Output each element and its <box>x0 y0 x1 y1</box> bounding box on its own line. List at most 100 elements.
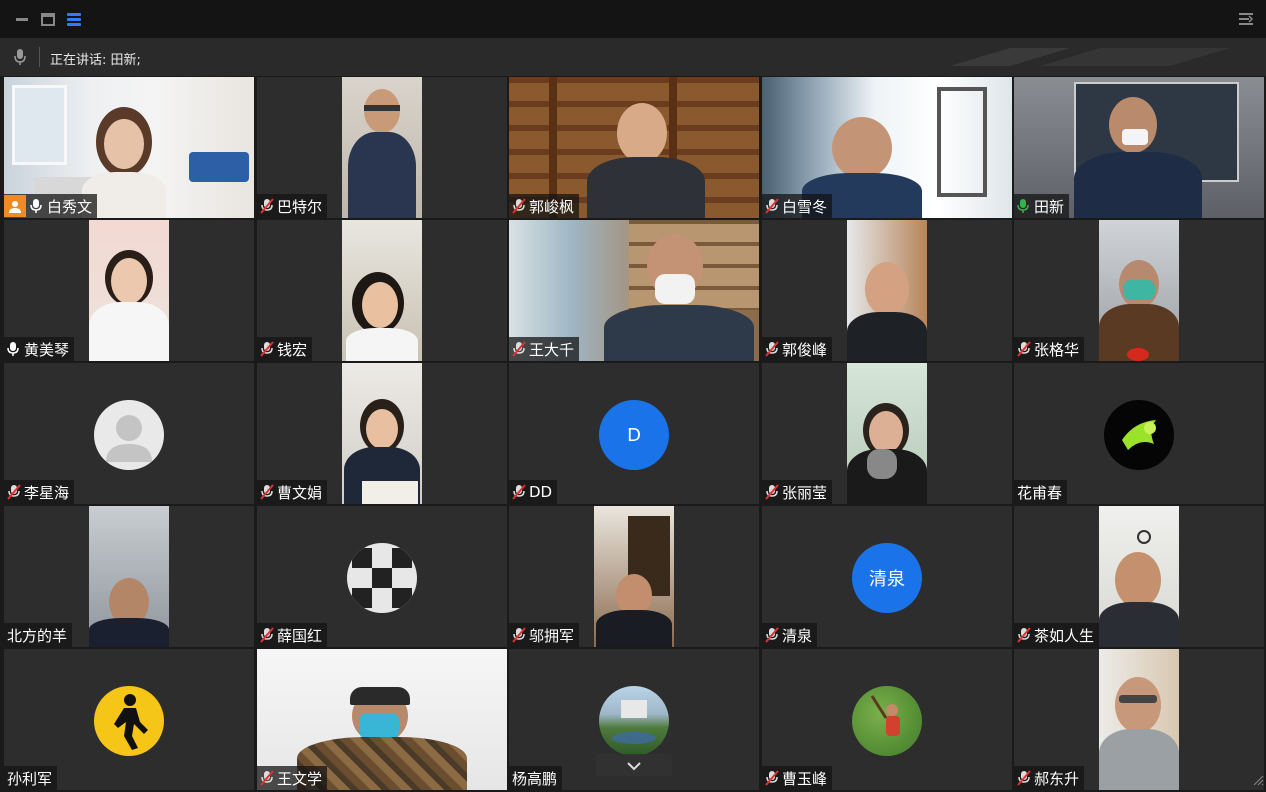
participant-tile[interactable]: 白秀文 <box>4 77 254 218</box>
name-tag: 花甫春 <box>1014 480 1068 504</box>
participant-tile[interactable]: 钱宏 <box>257 220 507 361</box>
participant-name: 白雪冬 <box>782 197 828 216</box>
participant-tile[interactable]: 王大千 <box>509 220 759 361</box>
participant-tile[interactable]: 黄美琴 <box>4 220 254 361</box>
participant-tile[interactable]: 清泉 清泉 <box>762 506 1012 647</box>
participant-name: 曹文娟 <box>277 483 323 502</box>
microphone-active-icon <box>1017 198 1031 214</box>
participant-name: 钱宏 <box>277 340 308 359</box>
participant-tile[interactable]: 白雪冬 <box>762 77 1012 218</box>
participant-tile[interactable]: 张格华 <box>1014 220 1264 361</box>
participant-tile[interactable]: 曹文娟 <box>257 363 507 504</box>
participant-name: 郭俊峰 <box>782 340 828 359</box>
mic-muted-icon <box>765 627 779 643</box>
participant-tile[interactable]: 孙利军 <box>4 649 254 790</box>
title-bar <box>0 0 1266 38</box>
avatar-initial: D <box>627 424 641 446</box>
mic-muted-icon <box>260 341 274 357</box>
speaking-status: 正在讲话: 田新; <box>50 49 141 68</box>
participant-tile[interactable]: 郭峻枫 <box>509 77 759 218</box>
maximize-icon[interactable] <box>38 9 58 29</box>
participant-name: 张格华 <box>1034 340 1080 359</box>
name-tag: 黄美琴 <box>4 337 75 361</box>
participant-tile-active[interactable]: 田新 <box>1014 77 1264 218</box>
runner-icon <box>94 686 164 756</box>
video-feed <box>342 220 422 361</box>
mic-muted-icon <box>765 770 779 786</box>
participant-name: 张丽莹 <box>782 483 828 502</box>
initial-avatar: D <box>599 400 669 470</box>
name-tag: 杨高鹏 <box>509 766 563 790</box>
participant-tile[interactable]: 李星海 <box>4 363 254 504</box>
mic-muted-icon <box>1017 341 1031 357</box>
name-tag: 王文学 <box>257 766 328 790</box>
name-tag: 田新 <box>1014 194 1070 218</box>
chevron-down-icon <box>626 756 642 775</box>
name-tag: 郭峻枫 <box>509 194 580 218</box>
mic-muted-icon <box>7 484 21 500</box>
resize-grip-icon[interactable] <box>1252 771 1264 790</box>
gallery-view-icon[interactable] <box>64 9 84 29</box>
host-badge-icon <box>4 195 26 217</box>
participant-name: 曹玉峰 <box>782 769 828 788</box>
participant-tile[interactable]: 曹玉峰 <box>762 649 1012 790</box>
minimize-icon[interactable] <box>12 9 32 29</box>
name-tag: 李星海 <box>4 480 75 504</box>
name-tag: 钱宏 <box>257 337 313 361</box>
mic-muted-icon <box>260 770 274 786</box>
participant-name: 北方的羊 <box>7 626 68 645</box>
avatar-initial: 清泉 <box>869 569 905 590</box>
microphone-icon <box>13 48 27 70</box>
mic-muted-icon <box>1017 770 1031 786</box>
participant-tile[interactable]: 邬拥军 <box>509 506 759 647</box>
participant-name: 巴特尔 <box>277 197 323 216</box>
collapse-panel-icon[interactable] <box>1236 9 1256 29</box>
watermark-shape <box>950 48 1230 66</box>
video-feed <box>89 506 169 647</box>
video-feed <box>342 77 422 218</box>
participant-name: 花甫春 <box>1017 483 1063 502</box>
participant-tile[interactable]: 花甫春 <box>1014 363 1264 504</box>
participant-name: DD <box>529 483 553 501</box>
participant-name: 王文学 <box>277 769 323 788</box>
participant-tile[interactable]: 巴特尔 <box>257 77 507 218</box>
participant-name: 郝东升 <box>1034 769 1080 788</box>
participant-tile[interactable]: 王文学 <box>257 649 507 790</box>
participant-tile[interactable]: 郭俊峰 <box>762 220 1012 361</box>
microphone-icon <box>7 341 21 357</box>
participant-name: 李星海 <box>24 483 70 502</box>
scroll-down-button[interactable] <box>596 754 672 776</box>
name-tag: 张丽莹 <box>762 480 833 504</box>
participant-name: 白秀文 <box>47 197 93 216</box>
speaking-label: 正在讲话: <box>50 53 107 68</box>
name-tag: 张格华 <box>1014 337 1085 361</box>
mic-muted-icon <box>765 484 779 500</box>
landscape-photo-icon <box>599 686 669 756</box>
green-splash-icon <box>1104 400 1174 470</box>
divider <box>39 47 40 67</box>
name-tag: 薛国红 <box>257 623 328 647</box>
mic-muted-icon <box>512 341 526 357</box>
name-tag: 曹文娟 <box>257 480 328 504</box>
name-tag: 白秀文 <box>4 194 98 218</box>
participant-grid: 白秀文 巴特尔 郭峻枫 白雪冬 田新 黄美琴 钱宏 王大千 郭俊峰 张格华 李星… <box>4 77 1266 792</box>
name-tag: 曹玉峰 <box>762 766 833 790</box>
mic-muted-icon <box>512 198 526 214</box>
mic-muted-icon <box>260 627 274 643</box>
participant-tile[interactable]: 薛国红 <box>257 506 507 647</box>
participant-tile[interactable]: 郝东升 <box>1014 649 1264 790</box>
participant-tile[interactable]: 张丽莹 <box>762 363 1012 504</box>
participant-tile[interactable]: 茶如人生 <box>1014 506 1264 647</box>
name-tag: 王大千 <box>509 337 580 361</box>
name-tag: 清泉 <box>762 623 818 647</box>
microphone-icon <box>30 198 44 214</box>
video-feed <box>89 220 169 361</box>
participant-tile[interactable]: D DD <box>509 363 759 504</box>
participant-name: 邬拥军 <box>529 626 575 645</box>
name-tag: 郭俊峰 <box>762 337 833 361</box>
participant-tile[interactable]: 北方的羊 <box>4 506 254 647</box>
name-tag: 白雪冬 <box>762 194 833 218</box>
participant-name: 郭峻枫 <box>529 197 575 216</box>
video-feed <box>594 506 674 647</box>
mic-muted-icon <box>260 484 274 500</box>
